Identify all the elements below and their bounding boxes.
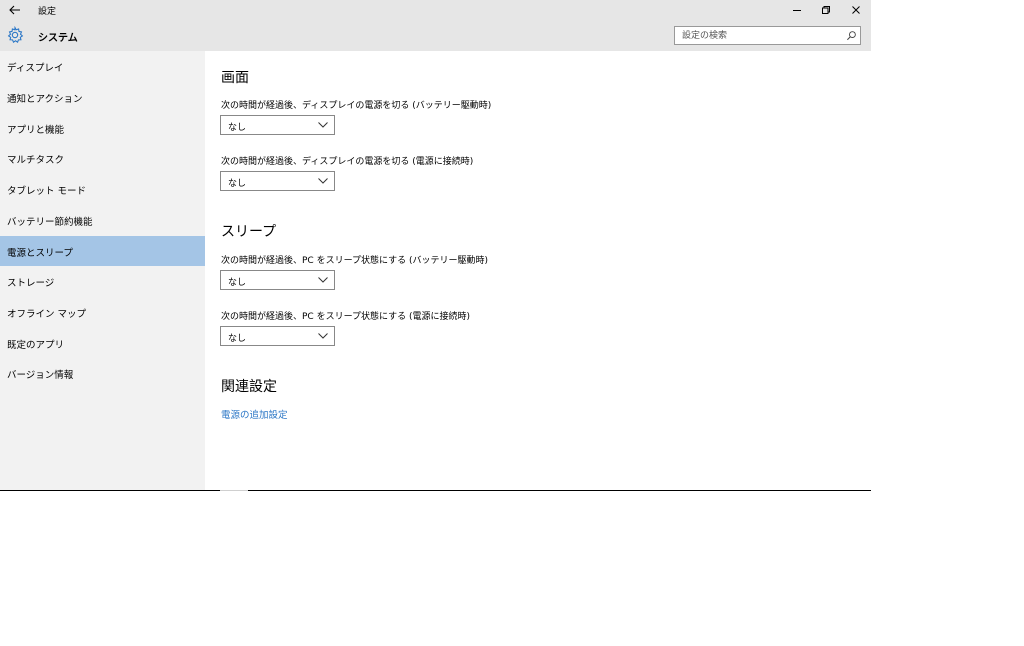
sidebar-item-default-apps[interactable]: 既定のアプリ: [0, 328, 205, 358]
related-settings-heading: 関連設定: [221, 379, 277, 395]
title-bar: 設定: [0, 0, 871, 20]
chevron-down-icon: [318, 178, 328, 184]
screen-plugged-label: 次の時間が経過後、ディスプレイの電源を切る (電源に接続時): [221, 157, 474, 167]
sidebar-item-label: マルチタスク: [7, 155, 65, 166]
sidebar-item-tablet-mode[interactable]: タブレット モード: [0, 174, 205, 204]
search-input[interactable]: [675, 27, 842, 44]
chevron-down-icon: [318, 333, 328, 339]
sidebar-item-label: 電源とスリープ: [7, 248, 73, 259]
sidebar-item-notifications[interactable]: 通知とアクション: [0, 82, 205, 112]
sidebar-item-storage[interactable]: ストレージ: [0, 266, 205, 296]
sidebar-item-power-sleep[interactable]: 電源とスリープ: [0, 236, 205, 266]
page-title: システム: [38, 33, 78, 44]
back-arrow-icon: [9, 5, 20, 15]
sidebar-item-label: タブレット モード: [7, 186, 87, 197]
sidebar-item-label: 通知とアクション: [7, 94, 83, 105]
dropdown-value: なし: [228, 123, 247, 133]
sidebar-item-offline-maps[interactable]: オフライン マップ: [0, 297, 205, 327]
back-button[interactable]: [5, 2, 25, 18]
restore-icon: [822, 6, 830, 14]
divider: [220, 490, 248, 491]
screen-battery-label: 次の時間が経過後、ディスプレイの電源を切る (バッテリー駆動時): [221, 101, 492, 111]
chevron-down-icon: [318, 277, 328, 283]
dropdown-value: なし: [228, 278, 247, 288]
sidebar-item-label: オフライン マップ: [7, 309, 87, 320]
sidebar-item-label: ディスプレイ: [7, 63, 64, 74]
settings-window: 設定 システム 設定の検索 ディスプレイ 通知とアクション アプリと機能 マルチ…: [0, 0, 871, 491]
search-icon[interactable]: [846, 30, 857, 41]
sleep-battery-label: 次の時間が経過後、PC をスリープ状態にする (バッテリー駆動時): [221, 256, 489, 266]
chevron-down-icon: [318, 122, 328, 128]
sidebar-nav: ディスプレイ 通知とアクション アプリと機能 マルチタスク タブレット モード …: [0, 51, 205, 490]
dropdown-value: なし: [228, 334, 247, 344]
screen-heading: 画面: [221, 70, 249, 86]
sidebar-item-label: ストレージ: [7, 278, 55, 289]
sleep-plugged-dropdown[interactable]: なし: [220, 326, 335, 346]
restore-button[interactable]: [811, 0, 841, 20]
main-content: 画面 次の時間が経過後、ディスプレイの電源を切る (バッテリー駆動時) なし 次…: [205, 51, 871, 490]
screen-plugged-dropdown[interactable]: なし: [220, 171, 335, 191]
sidebar-item-display[interactable]: ディスプレイ: [0, 51, 205, 81]
sleep-heading: スリープ: [221, 224, 277, 240]
window-title: 設定: [38, 7, 57, 17]
dropdown-value: なし: [228, 179, 247, 189]
additional-power-settings-link[interactable]: 電源の追加設定: [221, 407, 288, 421]
sidebar-item-label: アプリと機能: [7, 125, 65, 136]
search-box[interactable]: [674, 26, 861, 45]
page-header: システム: [0, 20, 871, 51]
sidebar-item-about[interactable]: バージョン情報: [0, 358, 205, 388]
sidebar-item-label: 既定のアプリ: [7, 340, 65, 351]
sidebar-item-label: バージョン情報: [7, 370, 74, 381]
close-button[interactable]: [841, 0, 871, 20]
sleep-plugged-label: 次の時間が経過後、PC をスリープ状態にする (電源に接続時): [221, 312, 471, 322]
sleep-battery-dropdown[interactable]: なし: [220, 270, 335, 290]
gear-icon: [7, 26, 24, 44]
close-icon: [852, 6, 860, 14]
minimize-button[interactable]: [782, 0, 812, 20]
sidebar-item-battery-saver[interactable]: バッテリー節約機能: [0, 205, 205, 235]
sidebar-item-label: バッテリー節約機能: [7, 217, 93, 228]
sidebar-item-apps[interactable]: アプリと機能: [0, 113, 205, 143]
sidebar-item-multitasking[interactable]: マルチタスク: [0, 143, 205, 173]
screen-battery-dropdown[interactable]: なし: [220, 115, 335, 135]
minimize-icon: [793, 10, 801, 11]
